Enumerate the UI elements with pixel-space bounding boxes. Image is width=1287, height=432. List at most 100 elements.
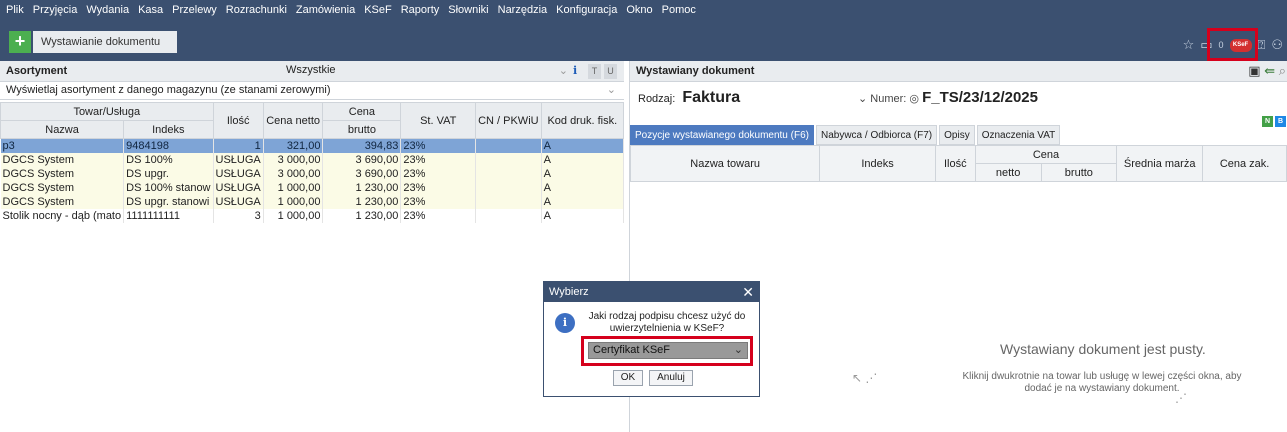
menu-ksef[interactable]: KSeF: [364, 4, 392, 16]
cell-brutto: 3 690,00: [322, 166, 402, 181]
menu-zamowienia[interactable]: Zamówienia: [296, 4, 355, 16]
header-indeks[interactable]: Indeks: [123, 120, 214, 139]
menu-narzedzia[interactable]: Narzędzia: [498, 4, 548, 16]
menu-konfiguracja[interactable]: Konfiguracja: [556, 4, 617, 16]
header-ilosc[interactable]: Ilość: [212, 102, 264, 139]
cell-kod: A: [541, 138, 625, 153]
toggle-t-button[interactable]: T: [588, 64, 601, 79]
ok-button[interactable]: OK: [613, 370, 643, 386]
numer-field[interactable]: ⌄ Numer: ◎ F_TS/23/12/2025: [858, 89, 1038, 106]
menu-plik[interactable]: Plik: [6, 4, 24, 16]
rodzaj-field[interactable]: Rodzaj: Faktura: [638, 89, 740, 107]
cell-ilosc: 1: [213, 138, 264, 153]
tab-opisy[interactable]: Opisy: [939, 125, 975, 145]
menu-przyjecia[interactable]: Przyjęcia: [33, 4, 78, 16]
cell-ilosc: USŁUGA: [213, 180, 264, 195]
tab-wystawianie-dokumentu[interactable]: Wystawianie dokumentu: [33, 31, 177, 53]
badge-n[interactable]: N: [1262, 116, 1273, 127]
tab-bar: + Wystawianie dokumentu ☆ ▭ 0 KSeF ⍰ ⚇: [0, 20, 1287, 61]
header-ilosc[interactable]: Ilość: [934, 145, 976, 182]
table-row[interactable]: DGCS System DS upgr. stanowi USŁUGA 1 000,0…: [0, 194, 625, 209]
chevron-down-icon: ⌄: [606, 84, 616, 96]
dialog-message: Jaki rodzaj podpisu chcesz użyć do uwier…: [588, 311, 746, 334]
attach-icon[interactable]: ⌕: [1279, 63, 1286, 78]
asortyment-filter-select[interactable]: Wszystkie ⌄: [286, 64, 568, 79]
menu-wydania[interactable]: Wydania: [86, 4, 129, 16]
table-row[interactable]: Stolik nocny - dąb (mato 1111111111 3 1 000…: [0, 208, 625, 223]
cancel-button[interactable]: Anuluj: [649, 370, 693, 386]
menu-kasa[interactable]: Kasa: [138, 4, 163, 16]
user-icon[interactable]: ⚇: [1271, 37, 1283, 53]
cell-cn: [475, 208, 542, 223]
cell-brutto: 1 230,00: [322, 180, 402, 195]
cell-nazwa: DGCS System: [0, 152, 125, 167]
cell-netto: 1 000,00: [263, 180, 324, 195]
header-tool-icons: ▣ ⇚ ⌕: [1248, 63, 1286, 79]
numer-value: F_TS/23/12/2025: [922, 89, 1038, 106]
table-row[interactable]: DGCS System DS 100% stanow USŁUGA 1 000,00 1…: [0, 180, 625, 195]
cell-cn: [475, 152, 542, 167]
menu-bar: Plik Przyjęcia Wydania Kasa Przelewy Roz…: [0, 0, 1287, 20]
cell-cn: [475, 138, 542, 153]
table-row[interactable]: p3 9484198 1 321,00 394,83 23% A: [0, 138, 625, 153]
rodzaj-label: Rodzaj:: [638, 93, 676, 105]
header-cena-netto[interactable]: Cena netto: [262, 102, 324, 139]
signature-type-select[interactable]: Certyfikat KSeF ⌄: [588, 342, 748, 359]
app-window: Plik Przyjęcia Wydania Kasa Przelewy Roz…: [0, 0, 1287, 432]
help-icon[interactable]: ⍰: [1258, 37, 1266, 53]
header-cn-pkwiu[interactable]: CN / PKWiU: [475, 102, 542, 139]
cell-brutto: 1 230,00: [322, 194, 402, 209]
header-netto[interactable]: netto: [974, 163, 1042, 182]
dokument-header: Wystawiany dokument ▣ ⇚ ⌕: [630, 61, 1287, 82]
cell-nazwa: Stolik nocny - dąb (mato: [0, 208, 125, 223]
table-row[interactable]: DGCS System DS 100% USŁUGA 3 000,00 3 690,00…: [0, 152, 625, 167]
header-st-vat[interactable]: St. VAT: [400, 102, 477, 139]
cell-kod: A: [541, 194, 625, 209]
cell-netto: 1 000,00: [263, 194, 324, 209]
toggle-u-button[interactable]: U: [604, 64, 617, 79]
arrow-down-icon: ⋰: [1175, 391, 1187, 405]
numer-label: Numer:: [870, 93, 907, 105]
header-towar-usluga: Towar/Usługa: [0, 102, 214, 121]
menu-slowniki[interactable]: Słowniki: [448, 4, 488, 16]
header-brutto[interactable]: brutto: [1040, 163, 1118, 182]
menu-rozrachunki[interactable]: Rozrachunki: [226, 4, 287, 16]
header-cena-zak[interactable]: Cena zak.: [1202, 145, 1287, 182]
save-icon[interactable]: ▣: [1248, 63, 1260, 78]
cell-cn: [475, 166, 542, 181]
cell-indeks: DS 100% stanow: [123, 180, 214, 195]
header-nazwa-towaru[interactable]: Nazwa towaru: [629, 145, 821, 182]
menu-przelewy[interactable]: Przelewy: [172, 4, 217, 16]
chevron-down-icon: ⌄: [558, 65, 568, 77]
cell-vat: 23%: [400, 208, 477, 223]
header-indeks[interactable]: Indeks: [819, 145, 936, 182]
cell-ilosc: USŁUGA: [213, 194, 264, 209]
magazyn-select[interactable]: Wyświetlaj asortyment z danego magazynu …: [0, 82, 624, 100]
header-kod-druk-fisk[interactable]: Kod druk. fisk.: [540, 102, 625, 139]
add-tab-button[interactable]: +: [9, 31, 31, 53]
cell-ilosc: USŁUGA: [213, 152, 264, 167]
cell-cn: [475, 180, 542, 195]
menu-pomoc[interactable]: Pomoc: [662, 4, 696, 16]
header-srednia-marza[interactable]: Średnia marża: [1116, 145, 1204, 182]
tab-nabywca[interactable]: Nabywca / Odbiorca (F7): [815, 125, 938, 145]
header-brutto[interactable]: brutto: [322, 120, 402, 139]
tab-pozycje[interactable]: Pozycje wystawianego dokumentu (F6): [630, 125, 814, 145]
badge-b[interactable]: B: [1275, 116, 1286, 127]
cell-indeks: DS upgr. stanowi: [123, 194, 214, 209]
info-icon[interactable]: i: [573, 64, 577, 77]
menu-okno[interactable]: Okno: [626, 4, 652, 16]
header-nazwa[interactable]: Nazwa: [0, 120, 125, 139]
cell-vat: 23%: [400, 138, 477, 153]
dokument-title: Wystawiany dokument: [636, 65, 755, 77]
tab-oznaczenia-vat[interactable]: Oznaczenia VAT: [976, 125, 1061, 145]
asortyment-panel: Asortyment Wszystkie ⌄ i T U Wyświetlaj …: [0, 61, 625, 432]
table-row[interactable]: DGCS System DS upgr. USŁUGA 3 000,00 3 690,0…: [0, 166, 625, 181]
radio-icon: ◎: [909, 93, 920, 105]
add-items-icon[interactable]: ⇚: [1264, 63, 1275, 78]
close-icon[interactable]: ✕: [742, 282, 754, 302]
arrow-left-icon: ↖ ⋰: [852, 371, 878, 385]
menu-raporty[interactable]: Raporty: [401, 4, 440, 16]
cell-indeks: 9484198: [123, 138, 214, 153]
star-icon[interactable]: ☆: [1183, 37, 1195, 53]
